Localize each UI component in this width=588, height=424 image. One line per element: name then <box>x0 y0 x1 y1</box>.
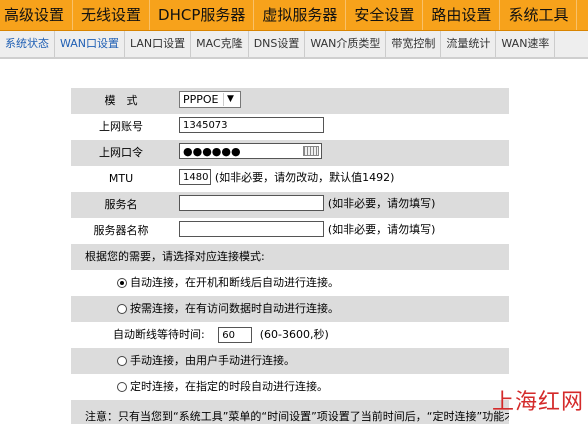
mode-prompt-text: 根据您的需要，请选择对应连接模式: <box>85 250 265 263</box>
account-row: 上网账号 1345073 <box>71 114 509 140</box>
scheduled-connect-row: 定时连接，在指定的时段自动进行连接。 <box>71 374 509 400</box>
service-label: 服务名 <box>104 198 138 211</box>
service-name-input[interactable] <box>179 195 324 211</box>
watermark: 上海红网 <box>491 390 584 415</box>
auto-connect-label: 自动连接，在开机和断线后自动进行连接。 <box>130 276 339 289</box>
idle-time-note: (60-3600,秒) <box>259 328 329 341</box>
password-dots: ●●●●●● <box>183 144 241 158</box>
nav-wireless-settings[interactable]: 无线设置 <box>73 0 151 30</box>
service-note: (如非必要，请勿填写) <box>327 197 436 210</box>
top-navigation: 高级设置 无线设置 DHCP服务器 虚拟服务器 安全设置 路由设置 系统工具 <box>0 0 588 31</box>
footer-note: 注意：只有当您到“系统工具”菜单的“时间设置”项设置了当前时间后，“定时连接”功… <box>85 410 509 423</box>
password-input[interactable]: ●●●●●● <box>179 143 322 159</box>
password-label: 上网口令 <box>99 146 143 159</box>
password-row: 上网口令 ●●●●●● <box>71 140 509 166</box>
mtu-row: MTU 1480 (如非必要，请勿改动，默认值1492) <box>71 166 509 192</box>
chevron-down-icon: ▼ <box>222 93 238 106</box>
subnav-mac-clone[interactable]: MAC克隆 <box>191 31 249 57</box>
subnav-traffic-stats[interactable]: 流量统计 <box>441 31 497 57</box>
account-label: 上网账号 <box>99 120 143 133</box>
server-name-input[interactable] <box>179 221 324 237</box>
mode-select[interactable]: PPPOE ▼ <box>179 91 241 108</box>
subnav-lan-settings[interactable]: LAN口设置 <box>125 31 192 57</box>
auto-connect-radio[interactable] <box>117 278 127 288</box>
nav-routing-settings[interactable]: 路由设置 <box>423 0 501 30</box>
on-demand-label: 按需连接，在有访问数据时自动进行连接。 <box>130 302 339 315</box>
manual-connect-radio[interactable] <box>117 356 127 366</box>
mode-label: 模 式 <box>104 94 138 107</box>
nav-security-settings[interactable]: 安全设置 <box>346 0 424 30</box>
nav-advanced-settings[interactable]: 高级设置 <box>0 0 74 30</box>
subnav-dns-settings[interactable]: DNS设置 <box>249 31 306 57</box>
footer-note-row: 注意：只有当您到“系统工具”菜单的“时间设置”项设置了当前时间后，“定时连接”功… <box>71 400 509 424</box>
nav-system-tools[interactable]: 系统工具 <box>500 0 578 30</box>
subnav-wan-settings[interactable]: WAN口设置 <box>55 31 126 57</box>
on-demand-row: 按需连接，在有访问数据时自动进行连接。 <box>71 296 509 322</box>
subnav-bandwidth-control[interactable]: 带宽控制 <box>386 31 442 57</box>
subnav-wan-media-type[interactable]: WAN介质类型 <box>305 31 387 57</box>
mode-select-value: PPPOE <box>183 93 219 106</box>
subnav-wan-speed[interactable]: WAN速率 <box>496 31 556 57</box>
mode-prompt-row: 根据您的需要，请选择对应连接模式: <box>71 244 509 270</box>
nav-virtual-server[interactable]: 虚拟服务器 <box>254 0 347 30</box>
idle-time-label: 自动断线等待时间: <box>113 328 205 341</box>
subnav-system-status[interactable]: 系统状态 <box>0 31 55 57</box>
mode-row: 模 式 PPPOE ▼ <box>71 88 509 114</box>
keyboard-icon[interactable] <box>303 146 319 156</box>
server-label: 服务器名称 <box>93 224 149 237</box>
on-demand-radio[interactable] <box>117 304 127 314</box>
auto-connect-row: 自动连接，在开机和断线后自动进行连接。 <box>71 270 509 296</box>
mtu-note: (如非必要，请勿改动，默认值1492) <box>214 171 395 184</box>
account-input[interactable]: 1345073 <box>179 117 324 133</box>
manual-connect-label: 手动连接，由用户手动进行连接。 <box>130 354 295 367</box>
sub-navigation: 系统状态 WAN口设置 LAN口设置 MAC克隆 DNS设置 WAN介质类型 带… <box>0 31 588 59</box>
mtu-label: MTU <box>108 172 134 185</box>
idle-time-input[interactable]: 60 <box>218 327 253 343</box>
server-row: 服务器名称 (如非必要，请勿填写) <box>71 218 509 244</box>
wan-settings-form: 模 式 PPPOE ▼ 上网账号 1345073 上网口令 ●●●●●● MTU… <box>71 88 509 424</box>
nav-dhcp-server[interactable]: DHCP服务器 <box>150 0 255 30</box>
mtu-input[interactable]: 1480 <box>179 169 211 185</box>
idle-time-row: 自动断线等待时间: 60 (60-3600,秒) <box>71 322 509 348</box>
scheduled-connect-label: 定时连接，在指定的时段自动进行连接。 <box>130 380 328 393</box>
service-row: 服务名 (如非必要，请勿填写) <box>71 192 509 218</box>
scheduled-connect-radio[interactable] <box>117 382 127 392</box>
server-note: (如非必要，请勿填写) <box>327 223 436 236</box>
manual-connect-row: 手动连接，由用户手动进行连接。 <box>71 348 509 374</box>
